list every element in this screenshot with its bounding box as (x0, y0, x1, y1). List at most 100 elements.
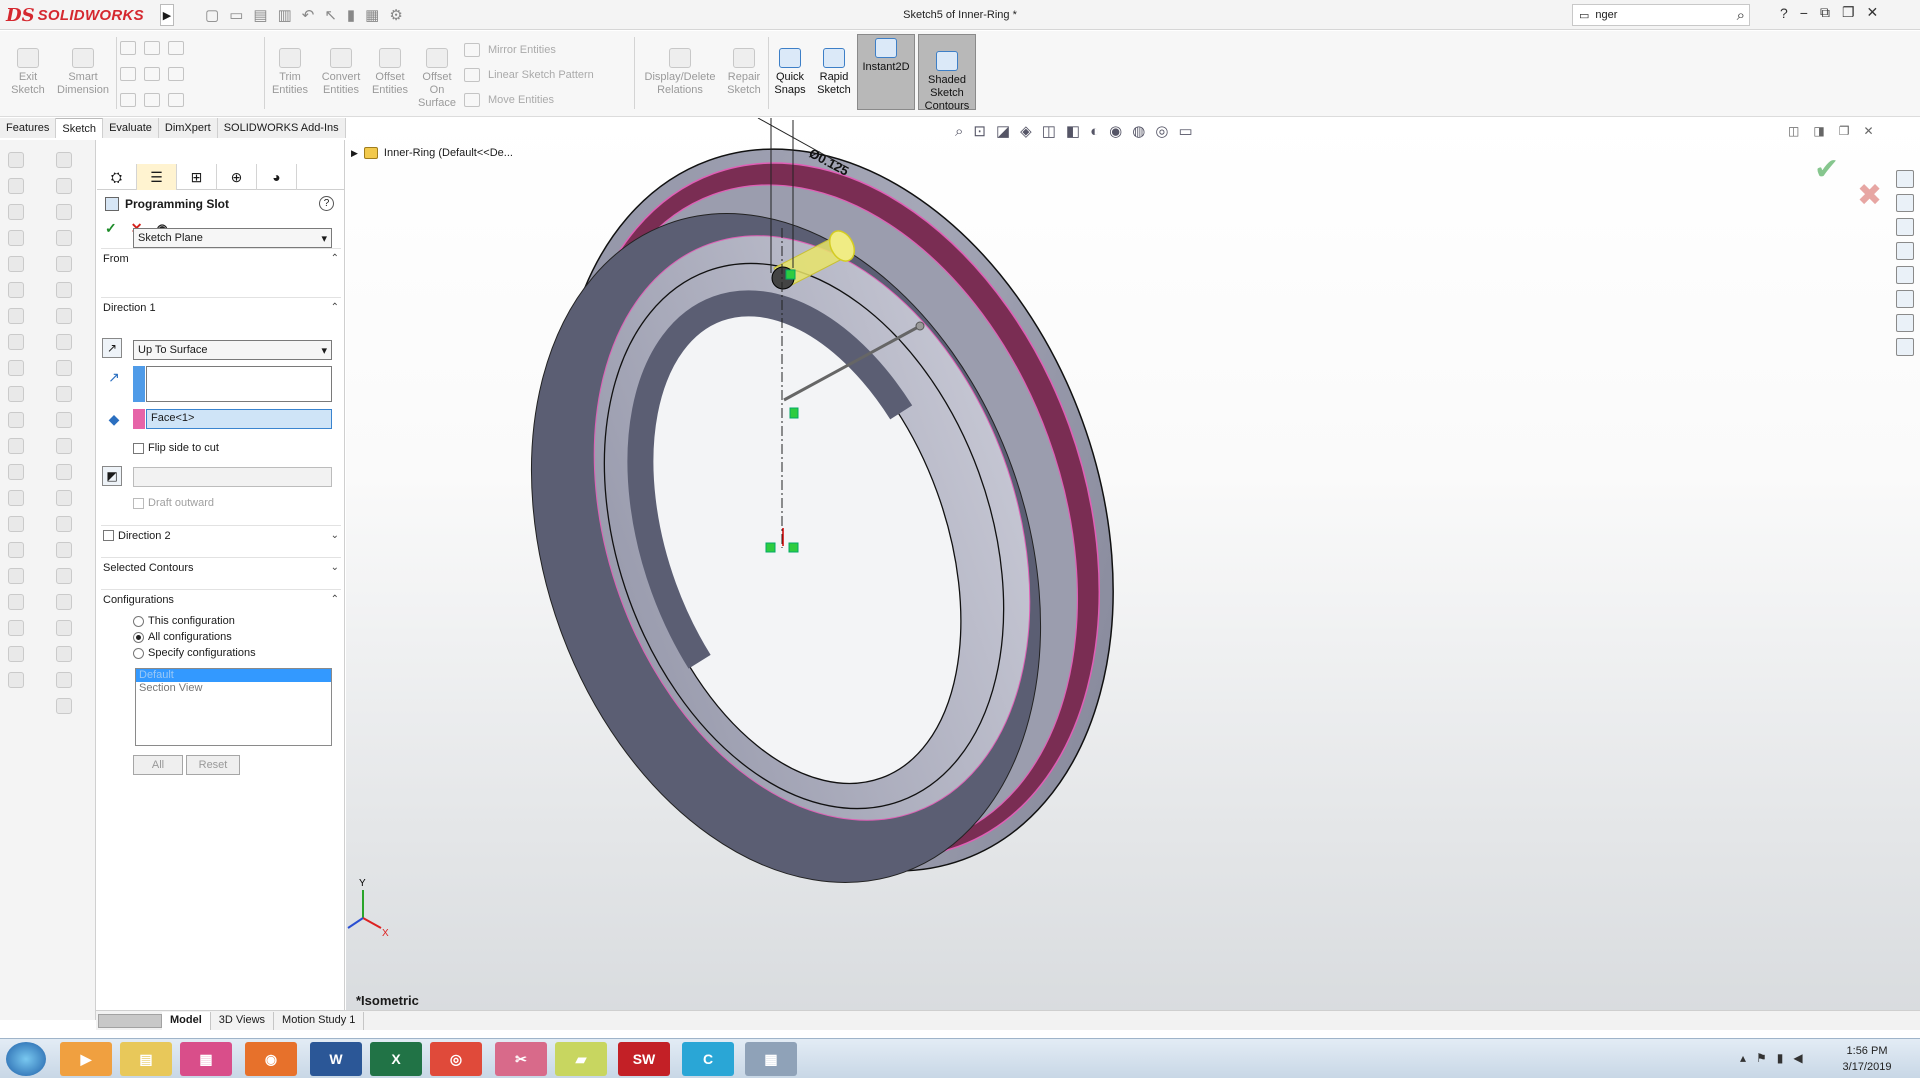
close-icon[interactable]: ✕ (1867, 4, 1879, 21)
slot-icon[interactable] (144, 67, 160, 81)
design-library-icon[interactable] (1896, 218, 1914, 236)
checkbox-box[interactable] (133, 442, 144, 454)
spline-tool-icon[interactable] (56, 334, 72, 350)
exit-sketch-button[interactable]: Exit Sketch (6, 35, 50, 97)
rectangle-tool-icon[interactable] (56, 230, 72, 246)
configurations-group-header[interactable]: Configurations ⌃ (101, 589, 341, 609)
radio-dot[interactable] (133, 647, 144, 659)
repair-sketch-button[interactable]: Repair Sketch (724, 35, 764, 97)
pattern-tool-icon[interactable] (56, 594, 72, 610)
undo-icon[interactable]: ↶ (302, 6, 315, 24)
trim-tool-icon[interactable] (56, 490, 72, 506)
list-item[interactable]: Section View (136, 682, 331, 695)
forum-icon[interactable] (1896, 338, 1914, 356)
shaded-sketch-contours-button[interactable]: Shaded Sketch Contours (918, 34, 976, 112)
fillet-tool-icon[interactable] (56, 386, 72, 402)
view-settings-icon[interactable]: ▭ (1178, 122, 1192, 140)
scale-tool-icon[interactable] (56, 698, 72, 714)
swept-boss-icon[interactable] (8, 204, 24, 220)
dimxpert-manager-tab[interactable]: ⊕ (217, 164, 257, 190)
firefox-icon[interactable]: ◉ (245, 1042, 297, 1076)
list-item[interactable]: Default (136, 669, 331, 682)
tab-dimxpert[interactable]: DimXpert (158, 118, 218, 138)
draft-outward-checkbox[interactable]: Draft outward (133, 497, 214, 509)
rib-icon[interactable] (8, 490, 24, 506)
rebuild-icon[interactable]: ▮ (347, 6, 355, 24)
face-selection-field[interactable]: Face<1> (146, 409, 332, 429)
polygon-tool-icon[interactable] (56, 308, 72, 324)
model-view[interactable]: Ø0.125 Y X Z (346, 118, 1920, 1010)
new-document-icon[interactable]: ▢ (205, 6, 219, 24)
circle-tool-icon[interactable] (56, 282, 72, 298)
split-horizontal-icon[interactable]: ◫ (1788, 124, 1799, 138)
tree-item-label[interactable]: Inner-Ring (Default<<De... (384, 147, 513, 159)
extruded-boss-icon[interactable] (8, 152, 24, 168)
media-player-icon[interactable]: ▶ (60, 1042, 112, 1076)
draft-on-off-icon[interactable]: ◩ (102, 466, 122, 486)
minimize-icon[interactable]: − (1800, 5, 1808, 21)
file-explorer-icon[interactable]: ▤ (120, 1042, 172, 1076)
move-entities-button[interactable]: Move Entities (464, 93, 554, 107)
direction2-group-header[interactable]: Direction 2 ⌄ (101, 525, 341, 545)
solidworks-taskbar-icon[interactable]: SW (618, 1042, 670, 1076)
view-palette-icon[interactable] (1896, 266, 1914, 284)
confirmation-corner-cancel-icon[interactable]: ✖ (1857, 178, 1882, 213)
feature-tree-flyout[interactable]: ▶ Inner-Ring (Default<<De... (351, 147, 513, 159)
move-tool-icon[interactable] (56, 620, 72, 636)
copy-tool-icon[interactable] (56, 646, 72, 662)
lofted-cut-icon[interactable] (8, 386, 24, 402)
chrome-icon[interactable]: ◎ (430, 1042, 482, 1076)
c-app-icon[interactable]: C (682, 1042, 734, 1076)
circle-icon[interactable] (144, 41, 160, 55)
boundary-cut-icon[interactable] (8, 412, 24, 428)
direction1-group-header[interactable]: Direction 1 ⌃ (101, 297, 341, 317)
rapid-sketch-button[interactable]: Rapid Sketch (814, 35, 854, 97)
save-icon[interactable]: ▤ (253, 6, 267, 24)
network-icon[interactable]: ▮ (1777, 1051, 1784, 1065)
expand-chevron-icon[interactable]: ⌄ (331, 530, 339, 541)
help-icon[interactable]: ? (319, 196, 334, 211)
swept-cut-icon[interactable] (8, 360, 24, 376)
tab-features[interactable]: Features (0, 118, 57, 138)
apps-grid-icon[interactable]: ▦ (180, 1042, 232, 1076)
collapse-chevron-icon[interactable]: ⌃ (331, 594, 339, 605)
volume-icon[interactable]: ◀ (1793, 1051, 1802, 1065)
ok-check-icon[interactable]: ✓ (105, 220, 117, 237)
section-view-icon[interactable]: ◈ (1020, 122, 1032, 140)
sketch-point-handle[interactable] (789, 407, 799, 419)
action-center-flag-icon[interactable]: ⚑ (1756, 1051, 1767, 1065)
shell-icon[interactable] (8, 542, 24, 558)
display-delete-relations-button[interactable]: Display/Delete Relations (640, 35, 720, 97)
from-group-header[interactable]: From ⌃ (101, 248, 341, 268)
wrap-icon[interactable] (8, 568, 24, 584)
open-icon[interactable]: ▭ (229, 6, 243, 24)
expand-chevron-icon[interactable]: ⌄ (331, 562, 339, 573)
revolved-cut-icon[interactable] (8, 334, 24, 350)
search-input[interactable]: nger (1595, 9, 1730, 21)
tab-motion-study-1[interactable]: Motion Study 1 (274, 1011, 365, 1030)
offset-on-surface-button[interactable]: Offset On Surface (414, 35, 460, 110)
revolved-boss-icon[interactable] (8, 178, 24, 194)
confirmation-corner-ok-icon[interactable]: ✔ (1814, 152, 1839, 187)
mirror-tool-icon[interactable] (56, 568, 72, 584)
linear-pattern-button[interactable]: Linear Sketch Pattern (464, 68, 594, 82)
draft-angle-input[interactable] (133, 467, 332, 487)
options-gear-icon[interactable]: ⚙ (389, 6, 402, 24)
sticky-notes-icon[interactable]: ▰ (555, 1042, 607, 1076)
lofted-boss-icon[interactable] (8, 230, 24, 246)
collapse-chevron-icon[interactable]: ⌃ (331, 253, 339, 264)
tile-icon[interactable]: ⧉ (1820, 4, 1830, 21)
calculator-icon[interactable]: ▦ (745, 1042, 797, 1076)
text-tool-icon[interactable] (56, 438, 72, 454)
mirror-entities-button[interactable]: Mirror Entities (464, 43, 556, 57)
search-box[interactable]: ▭ nger ⌕ (1572, 4, 1750, 26)
draft-icon[interactable] (8, 516, 24, 532)
menu-expand-button[interactable]: ▶ (160, 4, 174, 26)
instant3d-icon[interactable] (8, 672, 24, 688)
previous-view-icon[interactable]: ◪ (996, 122, 1010, 140)
boundary-boss-icon[interactable] (8, 256, 24, 272)
custom-properties-icon[interactable] (1896, 314, 1914, 332)
hide-show-items-icon[interactable]: ◉ (1109, 122, 1122, 140)
quick-snaps-button[interactable]: Quick Snaps (772, 35, 808, 97)
system-clock[interactable]: 1:56 PM 3/17/2019 (1832, 1043, 1902, 1075)
